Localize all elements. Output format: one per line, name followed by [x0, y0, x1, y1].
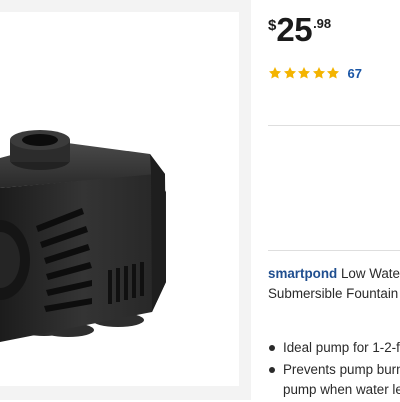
- bullet-text: Prevents pump burn: [283, 362, 400, 377]
- bullet-text: Ideal pump for 1-2-ft: [283, 340, 400, 355]
- price-cents: .98: [313, 16, 332, 31]
- bullet-text: pump when water le: [283, 382, 400, 397]
- star-icon: [326, 67, 340, 79]
- rating[interactable]: 67: [268, 64, 362, 82]
- star-icon: [268, 67, 282, 79]
- product-image-panel: [0, 0, 251, 400]
- feature-list: Ideal pump for 1-2-ft Prevents pump burn…: [268, 338, 400, 402]
- list-item: Prevents pump burn pump when water le: [268, 360, 400, 400]
- price-dollars: 25: [276, 11, 313, 48]
- divider: [268, 125, 400, 126]
- star-icon: [312, 67, 325, 79]
- product-title: smartpond Low Water Submersible Fountain…: [268, 264, 400, 304]
- product-image[interactable]: [0, 12, 239, 386]
- star-icon: [297, 67, 311, 79]
- star-icon: [283, 67, 296, 79]
- pump-image: [0, 130, 166, 342]
- price: $ 25 .98: [268, 12, 331, 52]
- title-text: Low Water: [340, 266, 400, 281]
- price-currency: $: [268, 17, 277, 34]
- list-item: Ideal pump for 1-2-ft: [268, 338, 400, 358]
- title-text: Submersible Fountain P: [268, 286, 400, 301]
- review-count[interactable]: 67: [348, 66, 362, 81]
- star-rating: [268, 66, 341, 80]
- divider: [268, 250, 400, 251]
- brand-link[interactable]: smartpond: [268, 266, 337, 281]
